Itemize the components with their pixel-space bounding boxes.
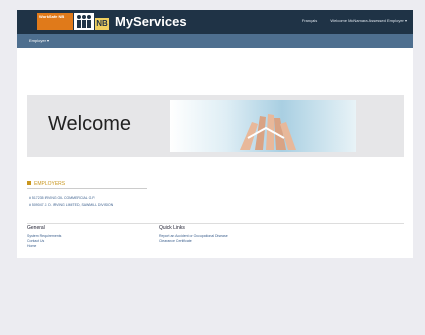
quick-links-heading: Quick Links [159,225,185,231]
teamwork-hands-image [170,100,356,152]
home-link[interactable]: Home [27,244,36,248]
employer-link[interactable]: # 509047 J. D. IRVING LIMITED, SAWMILL D… [29,203,139,208]
divider [27,188,147,189]
banner-title: Welcome [48,113,131,135]
contact-us-link[interactable]: Contact Us [27,239,44,243]
welcome-banner: Welcome [27,95,404,157]
system-requirements-link[interactable]: System Requirements [27,234,61,238]
logo-wordmark: WorkSafe NB [37,13,73,30]
nav-bar: Employer ▾ [17,34,413,48]
main-content: Welcome EMPLOYERS # 517235 IRVING OIL CO… [17,48,413,258]
worksafe-logo[interactable]: WorkSafe NB NB [37,12,112,32]
top-links: Français Welcome McNamara Assessed Emplo… [290,18,407,23]
user-menu[interactable]: Welcome McNamara Assessed Employer ▾ [330,18,407,23]
bullet-square-icon [27,181,31,185]
general-heading: General [27,225,45,231]
language-link[interactable]: Français [302,18,317,23]
logo-people-icon [74,13,94,30]
logo-nb-badge: NB [95,18,109,30]
top-header: WorkSafe NB NB MyServices Français Welco… [17,10,413,34]
employers-heading: EMPLOYERS [27,181,65,187]
employer-link[interactable]: # 517235 IRVING OIL COMMERCIAL G.P. [29,196,139,201]
clearance-certificate-link[interactable]: Clearance Certificate [159,239,192,243]
employer-menu[interactable]: Employer ▾ [29,38,49,43]
app-title: MyServices [115,14,187,29]
report-accident-link[interactable]: Report an Accident or Occupational Disea… [159,234,228,238]
hands-illustration [240,114,296,150]
divider [27,223,404,224]
